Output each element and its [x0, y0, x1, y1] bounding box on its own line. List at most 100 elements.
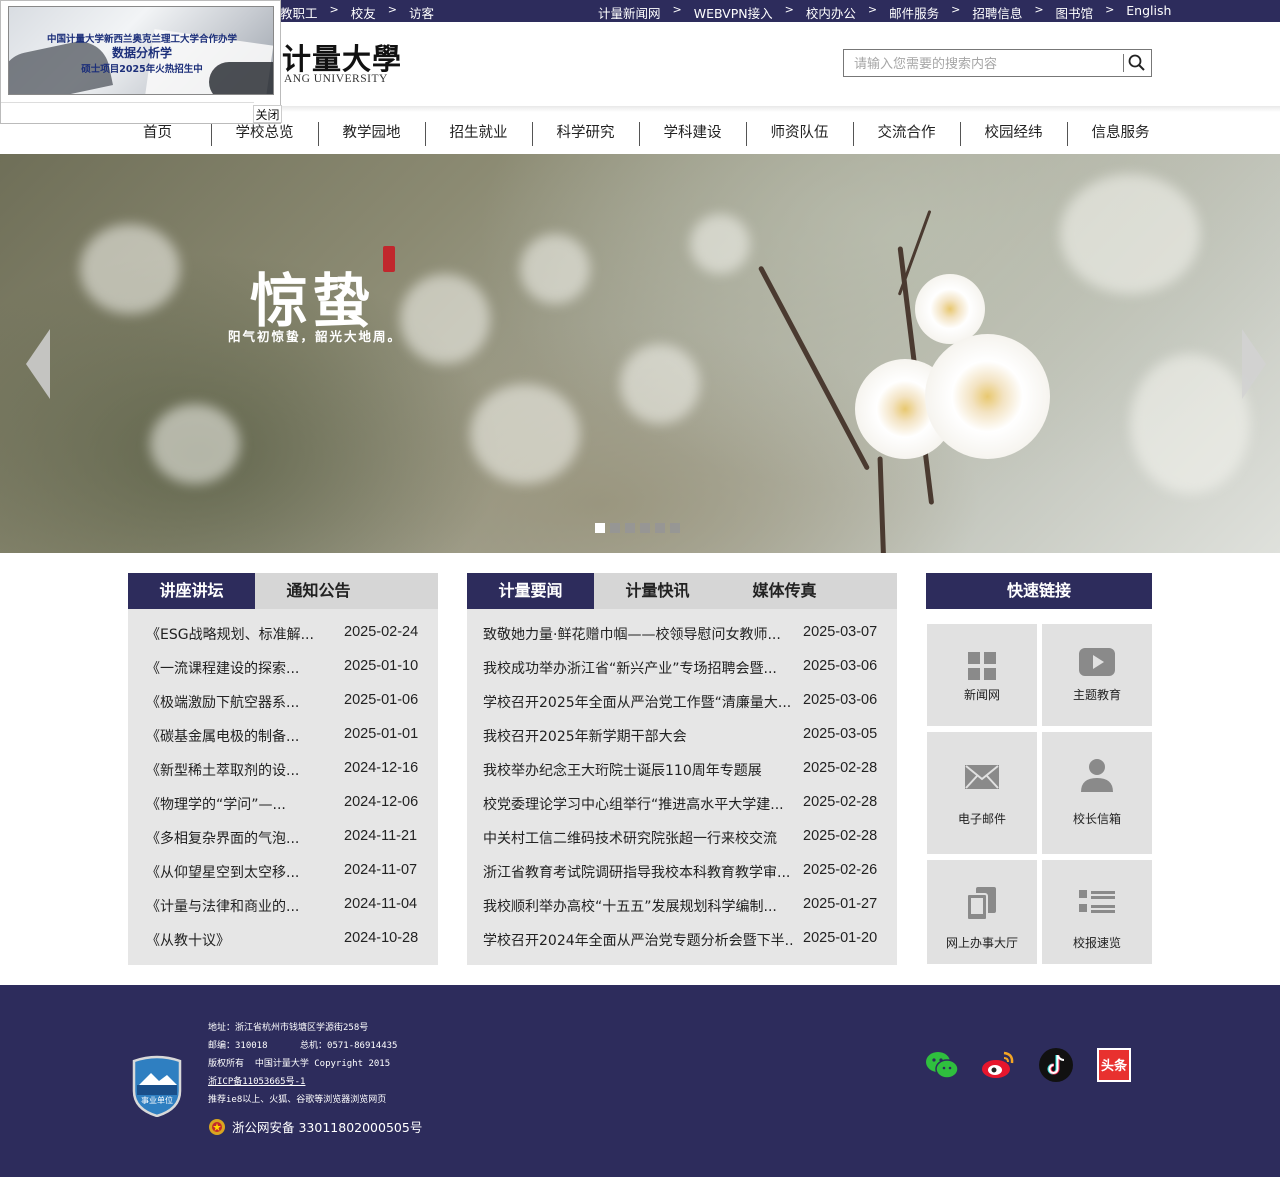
top-link-english[interactable]: English [1126, 3, 1171, 22]
logo-chinese[interactable]: 计量大學 [282, 36, 402, 78]
tab-key-news[interactable]: 计量要闻 [467, 573, 594, 609]
item-title[interactable]: 《新型稀土萃取剂的设... [146, 760, 336, 780]
search-input[interactable] [844, 50, 1124, 76]
bokeh-blob [1060, 174, 1200, 294]
item-title[interactable]: 《从仰望星空到太空移... [146, 862, 336, 882]
item-title[interactable]: 《多相复杂界面的气泡... [146, 828, 336, 848]
weibo-icon[interactable] [980, 1047, 1016, 1083]
list-item[interactable]: 浙江省教育考试院调研指导我校本科教育教学审... 2025-02-26 [467, 855, 897, 889]
quick-link-president-mailbox[interactable]: 校长信箱 [1042, 732, 1152, 854]
quick-link-online-service-hall[interactable]: 网上办事大厅 [927, 860, 1037, 964]
slide-dot[interactable] [610, 523, 620, 533]
item-title[interactable]: 中关村工信二维码技术研究院张超一行来校交流 [483, 828, 795, 848]
top-link-mail[interactable]: 邮件服务 [889, 3, 939, 22]
item-title[interactable]: 我校顺利举办高校“十五五”发展规划科学编制... [483, 896, 795, 916]
item-title[interactable]: 我校举办纪念王大珩院士诞辰110周年专题展 [483, 760, 795, 780]
item-title[interactable]: 致敬她力量·鲜花赠巾帼——校领导慰问女教师... [483, 624, 795, 644]
nav-faculty[interactable]: 师资队伍 [746, 120, 853, 146]
nav-info-services[interactable]: 信息服务 [1067, 120, 1174, 146]
nav-exchange[interactable]: 交流合作 [853, 120, 960, 146]
list-item[interactable]: 学校召开2025年全面从严治党工作暨“清廉量大... 2025-03-06 [467, 685, 897, 719]
nav-admissions[interactable]: 招生就业 [425, 120, 532, 146]
wechat-icon[interactable] [924, 1047, 960, 1083]
tab-news-flash[interactable]: 计量快讯 [594, 573, 721, 609]
tab-notices[interactable]: 通知公告 [255, 573, 382, 609]
tab-lectures[interactable]: 讲座讲坛 [128, 573, 255, 609]
bokeh-blob [620, 344, 700, 424]
slide-dot[interactable] [655, 523, 665, 533]
nav-research[interactable]: 科学研究 [532, 120, 639, 146]
top-link-visitor[interactable]: 访客 [409, 3, 434, 22]
tab-media[interactable]: 媒体传真 [721, 573, 848, 609]
popup-close-button[interactable]: 关闭 [253, 105, 282, 123]
item-title[interactable]: 浙江省教育考试院调研指导我校本科教育教学审... [483, 862, 795, 882]
item-title[interactable]: 《极端激励下航空器系... [146, 692, 336, 712]
item-title[interactable]: 《计量与法律和商业的... [146, 896, 336, 916]
list-item[interactable]: 《多相复杂界面的气泡... 2024-11-21 [128, 821, 438, 855]
nav-campus[interactable]: 校园经纬 [960, 120, 1067, 146]
list-item[interactable]: 我校召开2025年新学期干部大会 2025-03-05 [467, 719, 897, 753]
list-item[interactable]: 我校成功举办浙江省“新兴产业”专场招聘会暨... 2025-03-06 [467, 651, 897, 685]
item-title[interactable]: 校党委理论学习中心组举行“推进高水平大学建... [483, 794, 795, 814]
branch [757, 265, 871, 471]
footer-icp-link[interactable]: 浙ICP备11053665号-1 [208, 1073, 397, 1091]
item-title[interactable]: 学校召开2025年全面从严治党工作暨“清廉量大... [483, 692, 795, 712]
slide-dot[interactable] [640, 523, 650, 533]
top-link-staff[interactable]: 教职工 [280, 3, 318, 22]
slide-dot[interactable] [595, 523, 605, 533]
list-item[interactable]: 《新型稀土萃取剂的设... 2024-12-16 [128, 753, 438, 787]
red-seal-stamp [383, 246, 395, 272]
nav-disciplines[interactable]: 学科建设 [639, 120, 746, 146]
quick-link-label: 新闻网 [963, 688, 1000, 702]
list-item[interactable]: 《计量与法律和商业的... 2024-11-04 [128, 889, 438, 923]
slide-dot[interactable] [670, 523, 680, 533]
item-title[interactable]: 我校召开2025年新学期干部大会 [483, 726, 795, 746]
top-link-jobs[interactable]: 招聘信息 [972, 3, 1022, 22]
top-link-news-site[interactable]: 计量新闻网 [598, 3, 661, 22]
quick-link-campus-paper[interactable]: 校报速览 [1042, 860, 1152, 964]
item-title[interactable]: 《物理学的“学问”—... [146, 794, 336, 814]
list-item[interactable]: 我校顺利举办高校“十五五”发展规划科学编制... 2025-01-27 [467, 889, 897, 923]
toutiao-icon[interactable]: 头条 [1096, 1047, 1132, 1083]
list-item[interactable]: 《碳基金属电极的制备... 2025-01-01 [128, 719, 438, 753]
next-slide-arrow-icon[interactable] [1242, 329, 1266, 399]
quick-link-theme-education[interactable]: 主题教育 [1042, 624, 1152, 726]
lecture-tabs: 讲座讲坛 通知公告 [128, 573, 438, 609]
item-title[interactable]: 学校召开2024年全面从严治党专题分析会暨下半... [483, 930, 795, 950]
item-date: 2025-01-10 [344, 658, 419, 674]
top-link-webvpn[interactable]: WEBVPN接入 [694, 3, 773, 22]
list-item[interactable]: 《物理学的“学问”—... 2024-12-06 [128, 787, 438, 821]
public-institution-badge-icon[interactable]: 事业单位 [131, 1055, 183, 1117]
search-icon[interactable] [1127, 53, 1147, 73]
item-title[interactable]: 《碳基金属电极的制备... [146, 726, 336, 746]
top-link-separator: > [951, 3, 961, 16]
item-date: 2024-12-06 [344, 794, 419, 810]
police-record[interactable]: 浙公网安备 33011802000505号 [208, 1117, 422, 1136]
list-item[interactable]: 致敬她力量·鲜花赠巾帼——校领导慰问女教师... 2025-03-07 [467, 617, 897, 651]
top-link-library[interactable]: 图书馆 [1056, 3, 1094, 22]
list-item[interactable]: 《ESG战略规划、标准解... 2025-02-24 [128, 617, 438, 651]
hero-banner[interactable]: 惊蛰 阳气初惊蛰，韶光大地周。 [0, 154, 1280, 553]
popup-ad-image[interactable]: 中国计量大学新西兰奥克兰理工大学合作办学 数据分析学 硕士项目2025年火热招生… [8, 6, 274, 95]
slide-dot[interactable] [625, 523, 635, 533]
item-title[interactable]: 《ESG战略规划、标准解... [146, 624, 336, 644]
item-title[interactable]: 我校成功举办浙江省“新兴产业”专场招聘会暨... [483, 658, 795, 678]
list-item[interactable]: 《从仰望星空到太空移... 2024-11-07 [128, 855, 438, 889]
list-item[interactable]: 我校举办纪念王大珩院士诞辰110周年专题展 2025-02-28 [467, 753, 897, 787]
quick-link-email[interactable]: 电子邮件 [927, 732, 1037, 854]
tiktok-icon[interactable] [1038, 1047, 1074, 1083]
item-title[interactable]: 《一流课程建设的探索... [146, 658, 336, 678]
prev-slide-arrow-icon[interactable] [26, 329, 50, 399]
logo-english[interactable]: ANG UNIVERSITY [284, 73, 388, 85]
list-item[interactable]: 校党委理论学习中心组举行“推进高水平大学建... 2025-02-28 [467, 787, 897, 821]
quick-link-news-site[interactable]: 新闻网 [927, 624, 1037, 726]
nav-teaching[interactable]: 教学园地 [318, 120, 425, 146]
list-item[interactable]: 中关村工信二维码技术研究院张超一行来校交流 2025-02-28 [467, 821, 897, 855]
list-item[interactable]: 《从教十议》 2024-10-28 [128, 923, 438, 957]
top-link-alumni[interactable]: 校友 [351, 3, 376, 22]
list-item[interactable]: 《一流课程建设的探索... 2025-01-10 [128, 651, 438, 685]
list-item[interactable]: 学校召开2024年全面从严治党专题分析会暨下半... 2025-01-20 [467, 923, 897, 957]
item-title[interactable]: 《从教十议》 [146, 930, 336, 950]
list-item[interactable]: 《极端激励下航空器系... 2025-01-06 [128, 685, 438, 719]
top-link-office[interactable]: 校内办公 [806, 3, 856, 22]
